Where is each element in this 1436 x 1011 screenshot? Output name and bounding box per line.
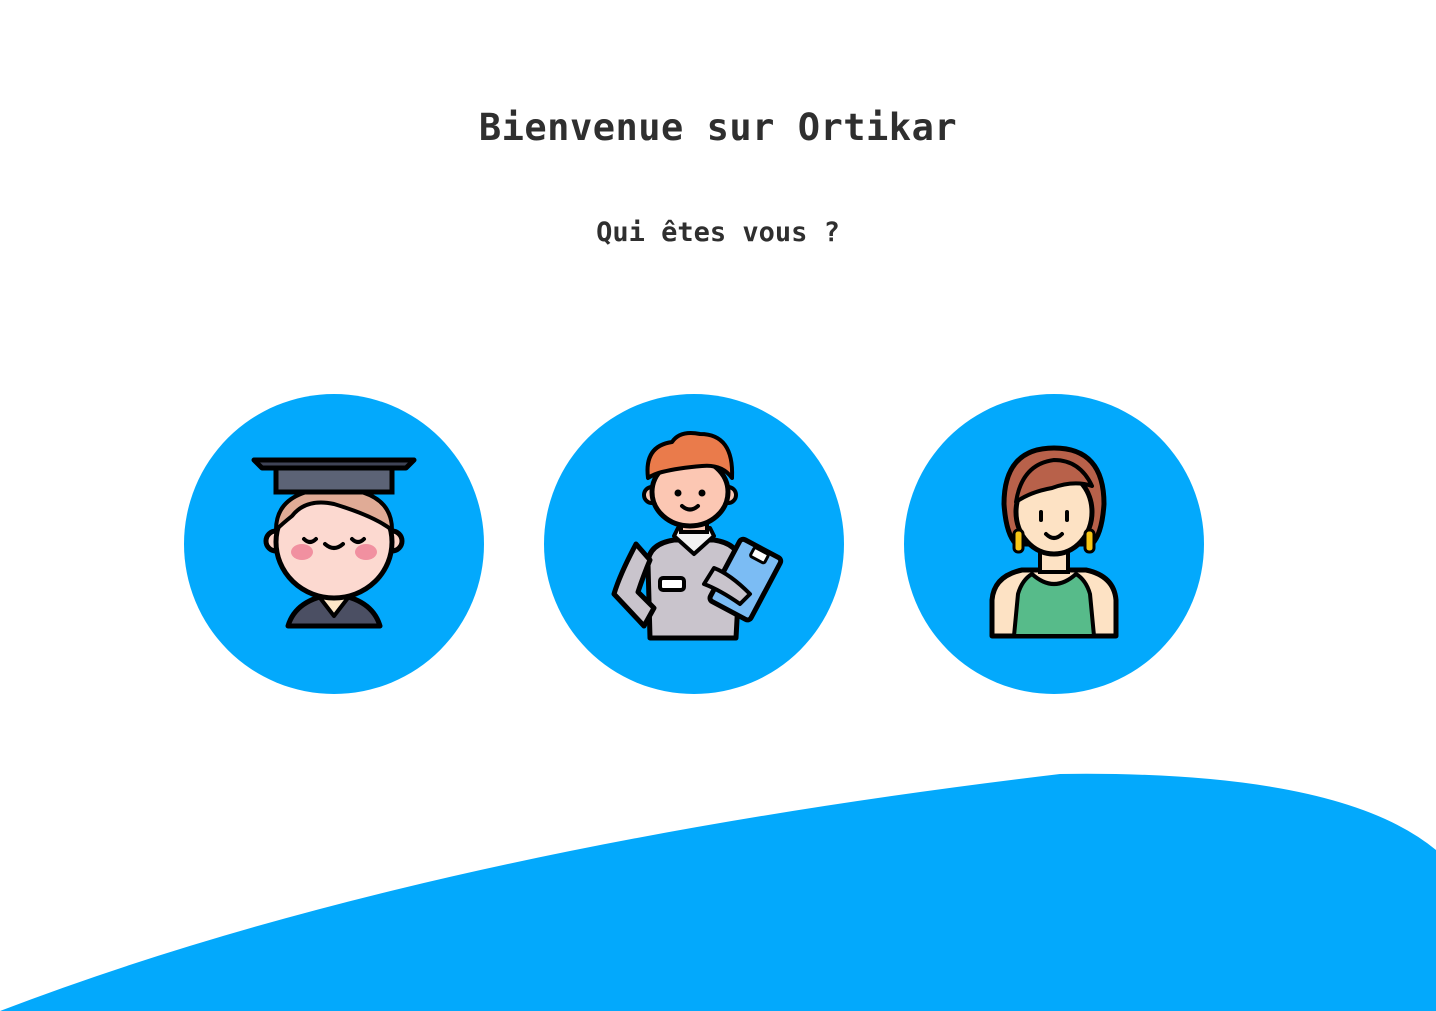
graduate-student-icon: [251, 457, 417, 629]
role-question: Qui êtes vous ?: [596, 217, 840, 248]
role-button-mechanic[interactable]: [544, 394, 844, 694]
mechanic-worker-icon: [611, 431, 784, 641]
page-title: Bienvenue sur Ortikar: [478, 106, 958, 149]
woman-client-icon: [989, 445, 1119, 639]
role-button-student[interactable]: [184, 394, 484, 694]
decorative-wave: [0, 773, 1436, 1011]
role-button-client[interactable]: [904, 394, 1204, 694]
